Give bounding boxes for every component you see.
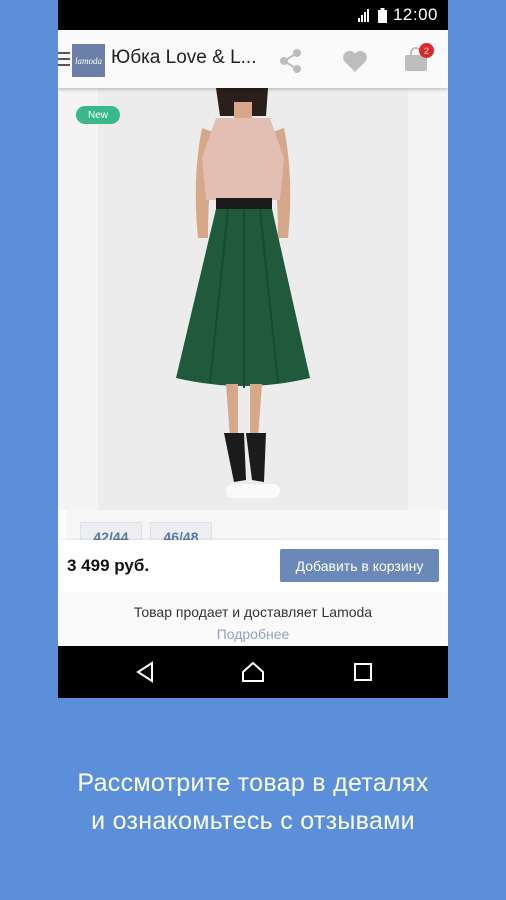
cart-count-badge: 2: [419, 43, 434, 58]
seller-info: Товар продает и доставляет Lamoda Подроб…: [58, 592, 448, 646]
lamoda-logo[interactable]: lamoda: [72, 44, 105, 77]
status-time: 12:00: [392, 5, 438, 24]
size-selector: 42/44 46/48: [66, 510, 440, 552]
home-icon[interactable]: [241, 660, 265, 684]
caption-line-2: и ознакомьтесь с отзывами: [91, 807, 415, 835]
product-photo: [98, 88, 408, 510]
phone-screen: 12:00 lamoda Юбка Love & L... 2 New 42/4…: [58, 0, 448, 698]
app-bar: lamoda Юбка Love & L... 2: [58, 30, 448, 88]
new-badge: New: [76, 106, 120, 124]
status-bar: 12:00: [58, 0, 448, 30]
promo-caption: Рассмотрите товар в деталях и ознакомьте…: [0, 764, 506, 840]
add-to-cart-button[interactable]: Добавить в корзину: [280, 549, 439, 582]
menu-icon[interactable]: [58, 52, 70, 66]
product-price: 3 499 руб.: [67, 556, 150, 575]
share-icon[interactable]: [278, 48, 304, 74]
seller-text: Товар продает и доставляет Lamoda: [133, 604, 373, 620]
battery-icon: [377, 7, 387, 23]
favorite-heart-icon[interactable]: [342, 49, 368, 73]
more-details-link[interactable]: Подробнее: [58, 626, 448, 642]
purchase-bar: 3 499 руб. Добавить в корзину: [58, 540, 448, 590]
caption-line-1: Рассмотрите товар в деталях: [77, 769, 429, 797]
model-wearing-skirt-illustration: [176, 88, 310, 482]
system-nav-bar: [58, 646, 448, 698]
product-image-gallery[interactable]: New: [58, 88, 448, 510]
signal-icon: [357, 8, 369, 22]
gallery-page-indicator: [226, 484, 280, 498]
recent-apps-icon[interactable]: [351, 660, 375, 684]
cart-button[interactable]: 2: [403, 43, 434, 74]
page-title: Юбка Love & L...: [111, 47, 257, 68]
back-icon[interactable]: [134, 660, 158, 684]
